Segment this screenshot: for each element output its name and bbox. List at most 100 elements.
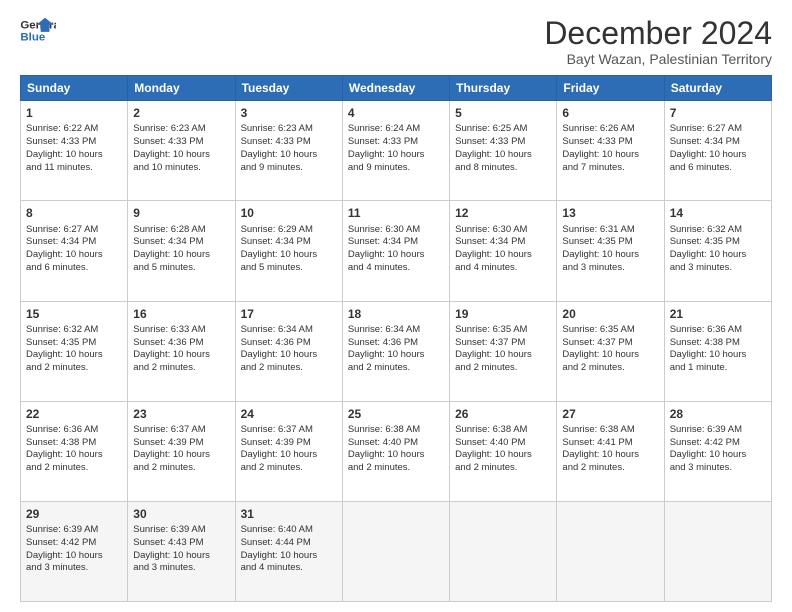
day-info: Sunrise: 6:39 AM Sunset: 4:42 PM Dayligh… bbox=[26, 524, 122, 575]
day-info: Sunrise: 6:35 AM Sunset: 4:37 PM Dayligh… bbox=[562, 324, 658, 375]
day-number: 20 bbox=[562, 306, 658, 322]
calendar-cell: 21Sunrise: 6:36 AM Sunset: 4:38 PM Dayli… bbox=[664, 301, 771, 401]
day-number: 6 bbox=[562, 105, 658, 121]
day-number: 31 bbox=[241, 506, 337, 522]
subtitle: Bayt Wazan, Palestinian Territory bbox=[544, 51, 772, 67]
day-info: Sunrise: 6:30 AM Sunset: 4:34 PM Dayligh… bbox=[455, 224, 551, 275]
col-tuesday: Tuesday bbox=[235, 76, 342, 101]
day-info: Sunrise: 6:33 AM Sunset: 4:36 PM Dayligh… bbox=[133, 324, 229, 375]
main-title: December 2024 bbox=[544, 16, 772, 51]
day-number: 16 bbox=[133, 306, 229, 322]
title-block: December 2024 Bayt Wazan, Palestinian Te… bbox=[544, 16, 772, 67]
calendar-cell: 24Sunrise: 6:37 AM Sunset: 4:39 PM Dayli… bbox=[235, 401, 342, 501]
calendar-cell: 10 Sunrise: 6:29 AM Sunset: 4:34 PM Dayli… bbox=[235, 201, 342, 301]
day-info: Sunrise: 6:30 AM Sunset: 4:34 PM Dayligh… bbox=[348, 224, 444, 275]
calendar-cell: 17Sunrise: 6:34 AM Sunset: 4:36 PM Dayli… bbox=[235, 301, 342, 401]
calendar-cell: 11 Sunrise: 6:30 AM Sunset: 4:34 PM Dayli… bbox=[342, 201, 449, 301]
page: General Blue December 2024 Bayt Wazan, P… bbox=[0, 0, 792, 612]
day-number: 7 bbox=[670, 105, 766, 121]
col-thursday: Thursday bbox=[450, 76, 557, 101]
calendar-cell bbox=[664, 501, 771, 601]
calendar-cell: 15Sunrise: 6:32 AM Sunset: 4:35 PM Dayli… bbox=[21, 301, 128, 401]
day-number: 13 bbox=[562, 205, 658, 221]
calendar-cell: 8 Sunrise: 6:27 AM Sunset: 4:34 PM Daylig… bbox=[21, 201, 128, 301]
calendar-week-1: 8 Sunrise: 6:27 AM Sunset: 4:34 PM Daylig… bbox=[21, 201, 772, 301]
day-info: Sunrise: 6:25 AM Sunset: 4:33 PM Dayligh… bbox=[455, 123, 551, 174]
calendar-cell: 19 Sunrise: 6:35 AM Sunset: 4:37 PM Dayli… bbox=[450, 301, 557, 401]
col-wednesday: Wednesday bbox=[342, 76, 449, 101]
day-number: 12 bbox=[455, 205, 551, 221]
header-row: Sunday Monday Tuesday Wednesday Thursday… bbox=[21, 76, 772, 101]
day-info: Sunrise: 6:35 AM Sunset: 4:37 PM Dayligh… bbox=[455, 324, 551, 375]
calendar-cell: 25 Sunrise: 6:38 AM Sunset: 4:40 PM Dayli… bbox=[342, 401, 449, 501]
day-number: 30 bbox=[133, 506, 229, 522]
svg-text:Blue: Blue bbox=[20, 32, 45, 44]
day-number: 18 bbox=[348, 306, 444, 322]
day-info: Sunrise: 6:31 AM Sunset: 4:35 PM Dayligh… bbox=[562, 224, 658, 275]
day-info: Sunrise: 6:38 AM Sunset: 4:40 PM Dayligh… bbox=[348, 424, 444, 475]
calendar-cell: 1Sunrise: 6:22 AM Sunset: 4:33 PM Daylig… bbox=[21, 101, 128, 201]
calendar-cell: 27 Sunrise: 6:38 AM Sunset: 4:41 PM Dayli… bbox=[557, 401, 664, 501]
day-number: 25 bbox=[348, 406, 444, 422]
calendar-cell: 14Sunrise: 6:32 AM Sunset: 4:35 PM Dayli… bbox=[664, 201, 771, 301]
day-info: Sunrise: 6:36 AM Sunset: 4:38 PM Dayligh… bbox=[26, 424, 122, 475]
calendar-table: Sunday Monday Tuesday Wednesday Thursday… bbox=[20, 75, 772, 602]
day-number: 3 bbox=[241, 105, 337, 121]
day-info: Sunrise: 6:39 AM Sunset: 4:43 PM Dayligh… bbox=[133, 524, 229, 575]
day-number: 10 bbox=[241, 205, 337, 221]
logo: General Blue bbox=[20, 16, 56, 46]
calendar-cell: 22 Sunrise: 6:36 AM Sunset: 4:38 PM Dayli… bbox=[21, 401, 128, 501]
col-friday: Friday bbox=[557, 76, 664, 101]
day-info: Sunrise: 6:23 AM Sunset: 4:33 PM Dayligh… bbox=[133, 123, 229, 174]
day-number: 1 bbox=[26, 105, 122, 121]
calendar-cell bbox=[557, 501, 664, 601]
day-number: 4 bbox=[348, 105, 444, 121]
day-info: Sunrise: 6:38 AM Sunset: 4:41 PM Dayligh… bbox=[562, 424, 658, 475]
calendar-cell: 30 Sunrise: 6:39 AM Sunset: 4:43 PM Dayli… bbox=[128, 501, 235, 601]
day-info: Sunrise: 6:27 AM Sunset: 4:34 PM Dayligh… bbox=[670, 123, 766, 174]
day-number: 29 bbox=[26, 506, 122, 522]
calendar-cell: 2 Sunrise: 6:23 AM Sunset: 4:33 PM Daylig… bbox=[128, 101, 235, 201]
calendar-cell: 26Sunrise: 6:38 AM Sunset: 4:40 PM Dayli… bbox=[450, 401, 557, 501]
calendar-cell: 12 Sunrise: 6:30 AM Sunset: 4:34 PM Dayli… bbox=[450, 201, 557, 301]
day-number: 11 bbox=[348, 205, 444, 221]
calendar-cell bbox=[450, 501, 557, 601]
day-number: 28 bbox=[670, 406, 766, 422]
day-info: Sunrise: 6:26 AM Sunset: 4:33 PM Dayligh… bbox=[562, 123, 658, 174]
col-sunday: Sunday bbox=[21, 76, 128, 101]
day-info: Sunrise: 6:39 AM Sunset: 4:42 PM Dayligh… bbox=[670, 424, 766, 475]
day-info: Sunrise: 6:37 AM Sunset: 4:39 PM Dayligh… bbox=[133, 424, 229, 475]
svg-text:General: General bbox=[20, 19, 56, 31]
calendar-cell: 31Sunrise: 6:40 AM Sunset: 4:44 PM Dayli… bbox=[235, 501, 342, 601]
day-number: 22 bbox=[26, 406, 122, 422]
calendar-cell: 29 Sunrise: 6:39 AM Sunset: 4:42 PM Dayli… bbox=[21, 501, 128, 601]
calendar-cell: 4 Sunrise: 6:24 AM Sunset: 4:33 PM Daylig… bbox=[342, 101, 449, 201]
day-info: Sunrise: 6:24 AM Sunset: 4:33 PM Dayligh… bbox=[348, 123, 444, 174]
header: General Blue December 2024 Bayt Wazan, P… bbox=[20, 16, 772, 67]
calendar-cell: 3Sunrise: 6:23 AM Sunset: 4:33 PM Daylig… bbox=[235, 101, 342, 201]
day-number: 15 bbox=[26, 306, 122, 322]
day-info: Sunrise: 6:34 AM Sunset: 4:36 PM Dayligh… bbox=[348, 324, 444, 375]
day-number: 27 bbox=[562, 406, 658, 422]
day-number: 9 bbox=[133, 205, 229, 221]
day-info: Sunrise: 6:29 AM Sunset: 4:34 PM Dayligh… bbox=[241, 224, 337, 275]
day-info: Sunrise: 6:32 AM Sunset: 4:35 PM Dayligh… bbox=[670, 224, 766, 275]
day-info: Sunrise: 6:36 AM Sunset: 4:38 PM Dayligh… bbox=[670, 324, 766, 375]
day-number: 19 bbox=[455, 306, 551, 322]
calendar-cell: 7 Sunrise: 6:27 AM Sunset: 4:34 PM Daylig… bbox=[664, 101, 771, 201]
calendar-cell: 16 Sunrise: 6:33 AM Sunset: 4:36 PM Dayli… bbox=[128, 301, 235, 401]
calendar-week-2: 15Sunrise: 6:32 AM Sunset: 4:35 PM Dayli… bbox=[21, 301, 772, 401]
calendar-cell: 20 Sunrise: 6:35 AM Sunset: 4:37 PM Dayli… bbox=[557, 301, 664, 401]
day-number: 2 bbox=[133, 105, 229, 121]
calendar-cell: 18 Sunrise: 6:34 AM Sunset: 4:36 PM Dayli… bbox=[342, 301, 449, 401]
day-number: 5 bbox=[455, 105, 551, 121]
day-number: 8 bbox=[26, 205, 122, 221]
col-saturday: Saturday bbox=[664, 76, 771, 101]
day-info: Sunrise: 6:28 AM Sunset: 4:34 PM Dayligh… bbox=[133, 224, 229, 275]
day-info: Sunrise: 6:38 AM Sunset: 4:40 PM Dayligh… bbox=[455, 424, 551, 475]
col-monday: Monday bbox=[128, 76, 235, 101]
calendar-cell: 5 Sunrise: 6:25 AM Sunset: 4:33 PM Daylig… bbox=[450, 101, 557, 201]
day-info: Sunrise: 6:27 AM Sunset: 4:34 PM Dayligh… bbox=[26, 224, 122, 275]
calendar-cell: 9 Sunrise: 6:28 AM Sunset: 4:34 PM Daylig… bbox=[128, 201, 235, 301]
calendar-week-3: 22 Sunrise: 6:36 AM Sunset: 4:38 PM Dayli… bbox=[21, 401, 772, 501]
